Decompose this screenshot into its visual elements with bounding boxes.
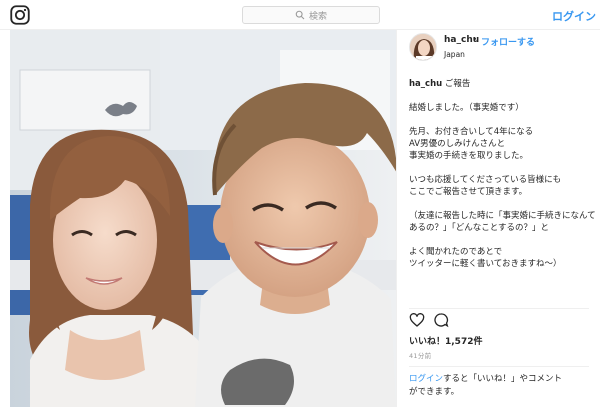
comment-prompt-text: すると「いいね！」やコメント (443, 374, 563, 384)
top-navigation-bar: 検索 ログイン (0, 0, 600, 30)
follow-button[interactable]: フォローする (481, 35, 535, 48)
comment-prompt-line2: ができます。 (409, 387, 460, 397)
caption-line (409, 234, 599, 246)
caption-line: 事実婚の手続きを取りました。 (409, 151, 529, 161)
caption-line: いつも応援してくださっている皆様にも (409, 175, 562, 185)
post-caption: ha_chu ご報告 結婚しました。（事実婚です） 先月、お付き合いして4年にな… (409, 78, 599, 306)
caption-line: よく聞かれたのであとで (409, 247, 503, 257)
caption-fade (409, 292, 599, 306)
avatar-image (410, 34, 436, 60)
avatar[interactable] (409, 33, 437, 61)
actions-divider (409, 308, 589, 309)
comment-divider (409, 366, 589, 367)
post-photo (10, 30, 396, 407)
login-link[interactable]: ログイン (552, 8, 596, 24)
search-icon (295, 10, 305, 20)
caption-line (409, 198, 599, 210)
caption-line: 結婚しました。（事実婚です） (409, 103, 524, 113)
caption-line: ツイッターに軽く書いておきますね〜） (409, 259, 562, 269)
caption-username[interactable]: ha_chu (409, 79, 442, 89)
instagram-logo-icon[interactable] (10, 5, 30, 25)
post-side-panel: ha_chu • フォローする Japan ha_chu ご報告 結婚しました。… (396, 30, 600, 407)
comment-prompt: ログインすると「いいね！」やコメント (409, 372, 562, 384)
like-count[interactable]: いいね！1,572件 (409, 334, 482, 347)
caption-line-text: ご報告 (444, 79, 471, 89)
caption-line: ha_chu ご報告 (409, 78, 599, 90)
post-photo-image (10, 30, 396, 407)
post-header: ha_chu • フォローする Japan (397, 30, 600, 68)
separator-dot: • (472, 35, 478, 45)
comment-icon[interactable] (433, 312, 449, 328)
caption-line (409, 90, 599, 102)
caption-line: ここでご報告させて頂きます。 (409, 187, 528, 197)
caption-line: 先月、お付き合いして4年になる (409, 127, 534, 137)
heart-icon[interactable] (409, 312, 425, 328)
caption-line: AV男優のしみけんさんと (409, 139, 506, 149)
comment-login-link[interactable]: ログイン (409, 374, 443, 384)
search-placeholder: 検索 (308, 11, 327, 22)
caption-line: （友達に報告した時に「事実婚に手続きになんてあるの？」「どんなことするの？」と (409, 211, 596, 233)
caption-line (409, 162, 599, 174)
post-time: 41分前 (409, 352, 432, 360)
caption-line (409, 114, 599, 126)
search-box[interactable]: 検索 (242, 6, 380, 24)
post-location[interactable]: Japan (444, 50, 465, 59)
